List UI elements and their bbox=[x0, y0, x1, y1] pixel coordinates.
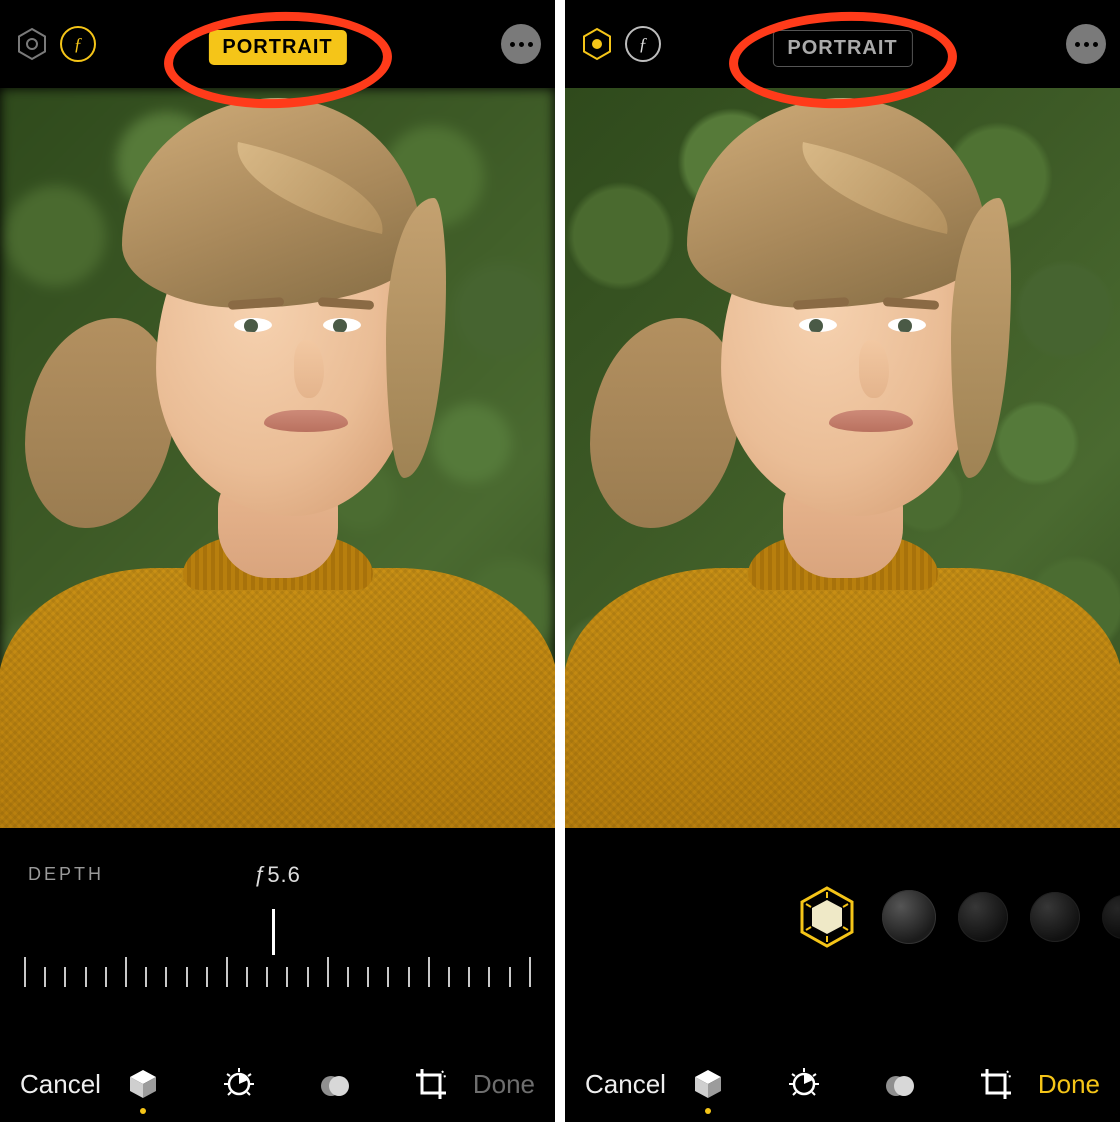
aperture-f-icon[interactable]: ƒ bbox=[60, 26, 96, 62]
photo-preview[interactable] bbox=[0, 88, 555, 828]
portrait-mode-badge[interactable]: PORTRAIT bbox=[772, 30, 912, 67]
hexagon-lighting-icon[interactable] bbox=[579, 26, 615, 62]
filters-tool-icon[interactable] bbox=[880, 1064, 920, 1104]
right-screenshot: ƒ PORTRAIT bbox=[565, 0, 1120, 1122]
slider-cursor[interactable] bbox=[272, 909, 275, 955]
depth-label: DEPTH bbox=[28, 864, 104, 885]
cancel-button[interactable]: Cancel bbox=[20, 1069, 101, 1100]
left-screenshot: ƒ PORTRAIT DEPTH ƒ5.6 bbox=[0, 0, 555, 1122]
aperture-f-icon[interactable]: ƒ bbox=[625, 26, 661, 62]
more-icon[interactable] bbox=[1066, 24, 1106, 64]
adjust-tool-dial-icon[interactable] bbox=[784, 1064, 824, 1104]
done-button[interactable]: Done bbox=[1038, 1069, 1100, 1100]
more-icon[interactable] bbox=[501, 24, 541, 64]
lighting-option-studio[interactable] bbox=[882, 890, 936, 944]
edit-controls: Cancel Done bbox=[565, 836, 1120, 1122]
lighting-option-natural-selected[interactable] bbox=[794, 884, 860, 950]
bottom-toolbar: Cancel Done bbox=[0, 1064, 555, 1104]
portrait-tool-cube-icon[interactable] bbox=[688, 1064, 728, 1104]
portrait-mode-badge[interactable]: PORTRAIT bbox=[208, 30, 346, 65]
done-button[interactable]: Done bbox=[473, 1069, 535, 1100]
portrait-lighting-picker[interactable] bbox=[565, 836, 1120, 950]
portrait-tool-cube-icon[interactable] bbox=[123, 1064, 163, 1104]
crop-tool-icon[interactable] bbox=[976, 1064, 1016, 1104]
photo-preview[interactable] bbox=[565, 88, 1120, 828]
lighting-option-stage[interactable] bbox=[1030, 892, 1080, 942]
adjust-tool-dial-icon[interactable] bbox=[219, 1064, 259, 1104]
crop-tool-icon[interactable] bbox=[411, 1064, 451, 1104]
cancel-button[interactable]: Cancel bbox=[585, 1069, 666, 1100]
lighting-option-contour[interactable] bbox=[958, 892, 1008, 942]
filters-tool-icon[interactable] bbox=[315, 1064, 355, 1104]
edit-controls: DEPTH ƒ5.6 Cancel bbox=[0, 836, 555, 1122]
depth-value: ƒ5.6 bbox=[254, 862, 301, 888]
lighting-option-more[interactable] bbox=[1102, 895, 1120, 939]
depth-slider[interactable] bbox=[0, 923, 555, 987]
portrait-subject bbox=[0, 88, 555, 828]
portrait-subject bbox=[565, 88, 1120, 828]
bottom-toolbar: Cancel Done bbox=[565, 1064, 1120, 1104]
hexagon-lighting-icon[interactable] bbox=[14, 26, 50, 62]
